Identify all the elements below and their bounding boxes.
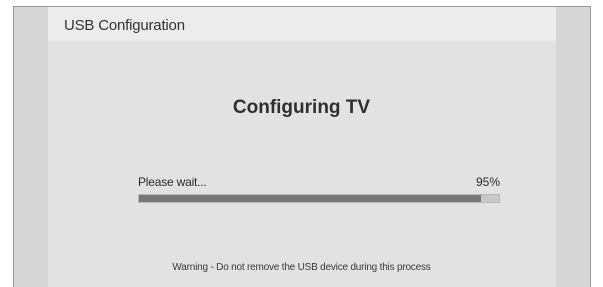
warning-text: Warning - Do not remove the USB device d… bbox=[172, 262, 431, 273]
progress-bar bbox=[138, 194, 500, 203]
window-title: USB Configuration bbox=[64, 17, 185, 34]
dialog-content bbox=[48, 7, 556, 287]
side-panel-left bbox=[14, 7, 48, 287]
progress-bar-fill bbox=[139, 195, 481, 202]
progress-percent: 95% bbox=[475, 175, 500, 189]
dialog-header: USB Configuration bbox=[48, 7, 556, 41]
page-title: Configuring TV bbox=[232, 97, 371, 118]
dialog-frame: USB Configuration bbox=[13, 6, 591, 287]
progress-label: Please wait... bbox=[138, 175, 207, 189]
side-panel-right bbox=[556, 7, 590, 287]
